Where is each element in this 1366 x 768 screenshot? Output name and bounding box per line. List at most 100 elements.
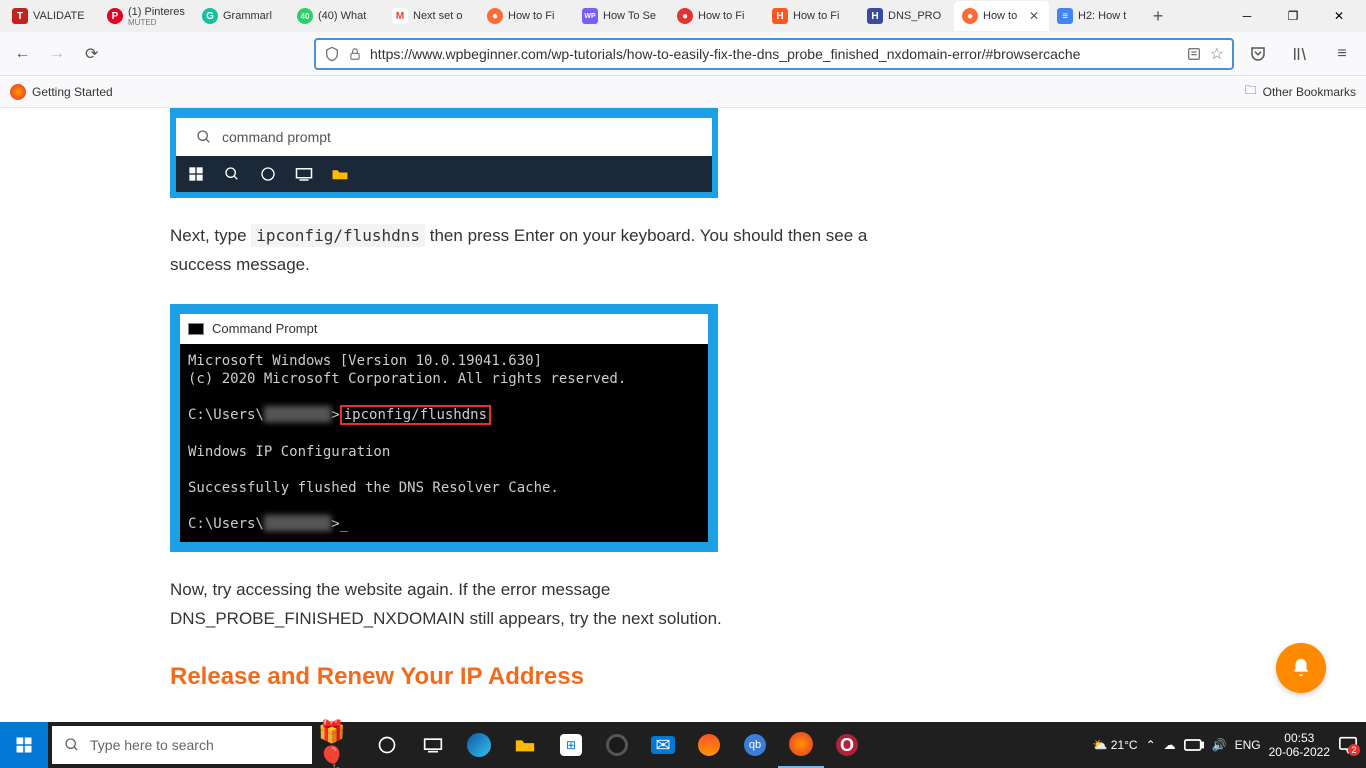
paragraph: Next, type ipconfig/flushdns then press … (170, 222, 890, 280)
reader-mode-icon[interactable] (1186, 46, 1202, 62)
search-icon (196, 129, 212, 145)
menu-icon[interactable]: ≡ (1328, 40, 1356, 68)
favicon: ● (677, 8, 693, 24)
maximize-button[interactable]: ❐ (1270, 1, 1316, 31)
firefox-icon (10, 84, 26, 100)
battery-icon[interactable] (1184, 739, 1204, 751)
page-viewport[interactable]: command prompt Next, type ipconfig/flush… (0, 108, 1366, 722)
tab-label: How To Se (603, 10, 661, 22)
explorer-icon (330, 164, 350, 184)
pocket-icon[interactable] (1244, 40, 1272, 68)
tab-whatsapp[interactable]: 40 (40) What (289, 1, 384, 31)
taskbar-app-store[interactable]: ⊞ (548, 722, 594, 768)
search-icon (64, 737, 80, 753)
tab-howtose[interactable]: WP How To Se (574, 1, 669, 31)
favicon: 40 (297, 8, 313, 24)
tab-label: How to (983, 10, 1024, 22)
article-content: command prompt Next, type ipconfig/flush… (170, 108, 1070, 722)
tab-gmail[interactable]: MNext set o (384, 1, 479, 31)
action-center-icon[interactable]: 2 (1338, 736, 1358, 754)
volume-icon[interactable]: 🔊 (1212, 738, 1227, 752)
folder-icon: 🗀 (1245, 81, 1257, 102)
notification-bell-button[interactable] (1276, 643, 1326, 693)
cmd-icon (188, 323, 204, 335)
favicon: H (867, 8, 883, 24)
tab-pinterest[interactable]: P(1) PinteresMUTED (99, 1, 194, 31)
favicon: ● (962, 8, 978, 24)
screenshot-command-prompt: Command Prompt Microsoft Windows [Versio… (170, 304, 718, 552)
tab-dnspro[interactable]: H DNS_PRO (859, 1, 954, 31)
shield-icon[interactable] (324, 46, 340, 62)
tab-label: H2: How t (1078, 10, 1136, 22)
highlighted-command: ipconfig/flushdns (340, 405, 491, 425)
bookmark-label: Getting Started (32, 85, 113, 99)
system-tray: ⛅ 21°C ⌃ ☁ 🔊 ENG 00:53 20-06-2022 2 (1092, 731, 1366, 760)
reload-button[interactable]: ⟳ (79, 40, 104, 68)
tab-howtofi-3[interactable]: HHow to Fi (764, 1, 859, 31)
tab-validate[interactable]: TVALIDATE (4, 1, 99, 31)
new-tab-button[interactable]: + (1144, 6, 1172, 27)
taskbar-app-mail[interactable]: ✉ (640, 722, 686, 768)
taskbar-app-opera2[interactable]: O (824, 722, 870, 768)
bookmark-bar: Getting Started 🗀 Other Bookmarks (0, 76, 1366, 108)
cortana-icon[interactable] (364, 722, 410, 768)
tab-docs[interactable]: ≡H2: How t (1049, 1, 1144, 31)
tab-howto-active[interactable]: ● How to ✕ (954, 1, 1049, 31)
close-window-button[interactable]: ✕ (1316, 1, 1362, 31)
tab-howtofi-1[interactable]: ● How to Fi (479, 1, 574, 31)
tab-label: DNS_PRO (888, 10, 946, 22)
close-tab-icon[interactable]: ✕ (1029, 9, 1041, 23)
taskbar-app-qbit[interactable]: qb (732, 722, 778, 768)
bookmark-other[interactable]: 🗀 Other Bookmarks (1245, 81, 1356, 102)
tray-expand-icon[interactable]: ⌃ (1146, 738, 1156, 752)
taskbar-decoration: 🎁🎈 (318, 722, 364, 768)
tab-howtofi-2[interactable]: ● How to Fi (669, 1, 764, 31)
taskbar-app-opera[interactable] (594, 722, 640, 768)
taskbar-app-edge[interactable] (456, 722, 502, 768)
tab-label: (40) What (318, 10, 376, 22)
window-controls: ─ ❐ ✕ (1224, 1, 1362, 31)
screenshot-windows-search: command prompt (170, 108, 718, 198)
taskbar-clock[interactable]: 00:53 20-06-2022 (1269, 731, 1330, 760)
favicon: G (202, 8, 218, 24)
taskbar-app-brave[interactable] (686, 722, 732, 768)
tab-label: How to Fi (508, 10, 566, 22)
minimize-button[interactable]: ─ (1224, 1, 1270, 31)
url-input[interactable] (370, 46, 1178, 62)
library-icon[interactable] (1286, 40, 1314, 68)
taskbar-app-explorer[interactable] (502, 722, 548, 768)
taskbar-search[interactable]: Type here to search (52, 726, 312, 764)
cmd-output: Microsoft Windows [Version 10.0.19041.63… (180, 344, 708, 542)
lock-icon[interactable] (348, 47, 362, 61)
forward-button[interactable]: → (45, 40, 70, 68)
search-text: command prompt (222, 129, 331, 145)
weather-widget[interactable]: ⛅ 21°C (1092, 738, 1137, 752)
search-icon (222, 164, 242, 184)
bookmark-star-icon[interactable]: ☆ (1210, 44, 1224, 64)
favicon: ● (487, 8, 503, 24)
language-indicator[interactable]: ENG (1235, 738, 1261, 752)
favicon: P (107, 8, 123, 24)
url-bar[interactable]: ☆ (314, 38, 1234, 70)
taskview-icon[interactable] (410, 722, 456, 768)
taskview-icon (294, 164, 314, 184)
tab-label: How to Fi (793, 10, 851, 22)
back-button[interactable]: ← (10, 40, 35, 68)
start-button[interactable] (0, 722, 48, 768)
browser-nav-bar: ← → ⟳ ☆ ≡ (0, 32, 1366, 76)
paragraph: Now, try accessing the website again. If… (170, 576, 890, 634)
taskbar-app-firefox[interactable] (778, 722, 824, 768)
tab-grammarly[interactable]: GGrammarl (194, 1, 289, 31)
favicon: WP (582, 8, 598, 24)
tab-sublabel: MUTED (128, 18, 185, 27)
favicon: T (12, 8, 28, 24)
onedrive-icon[interactable]: ☁ (1164, 738, 1176, 752)
section-heading: Release and Renew Your IP Address (170, 663, 890, 691)
search-placeholder: Type here to search (90, 737, 214, 753)
inline-code: ipconfig/flushdns (251, 224, 425, 247)
tab-label: Next set o (413, 10, 471, 22)
cmd-title-text: Command Prompt (212, 321, 317, 336)
bookmark-getting-started[interactable]: Getting Started (10, 84, 113, 100)
tab-label: How to Fi (698, 10, 756, 22)
bookmark-label: Other Bookmarks (1263, 85, 1356, 99)
